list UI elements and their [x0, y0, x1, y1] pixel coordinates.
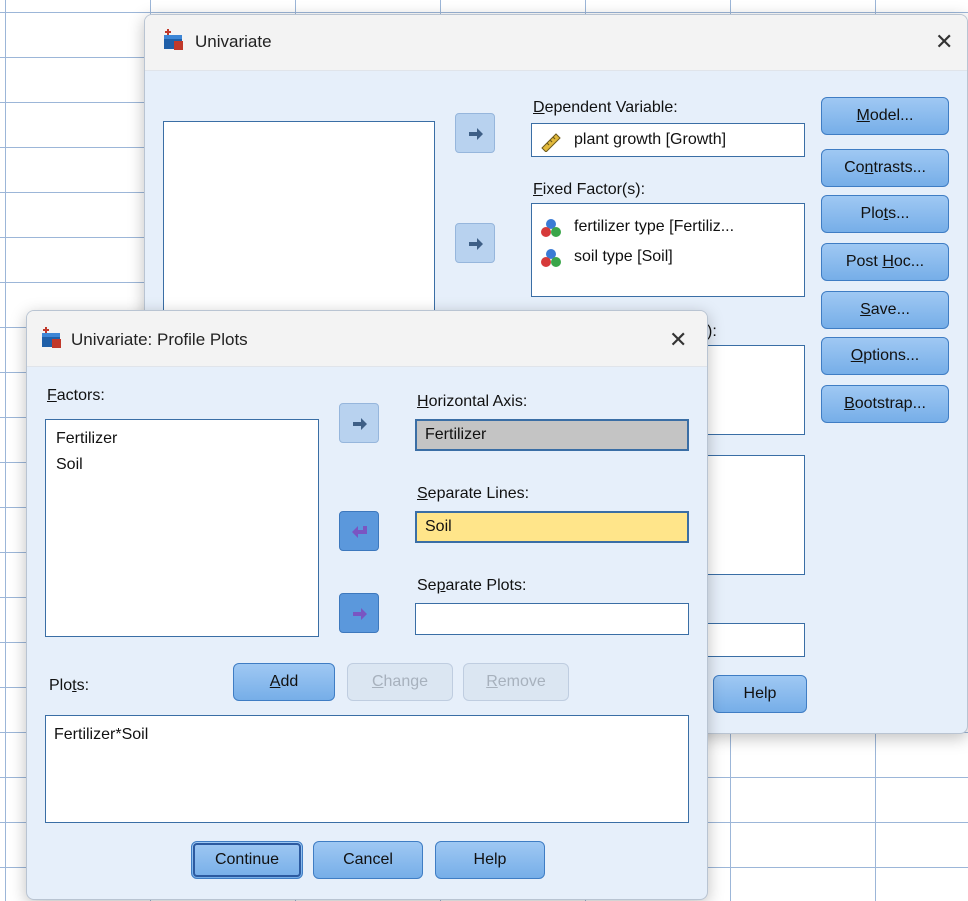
separate-plots-field[interactable]: [415, 603, 689, 635]
model-button[interactable]: Model...: [821, 97, 949, 135]
separate-lines-label: Separate Lines:: [417, 485, 530, 502]
contrasts-button[interactable]: Contrasts...: [821, 149, 949, 187]
move-to-separate-plots-button[interactable]: [339, 593, 379, 633]
variables-list[interactable]: [163, 121, 435, 341]
fixed-factor-item[interactable]: soil type [Soil]: [574, 248, 673, 266]
dependent-variable-label: Dependent Variable:: [533, 99, 678, 116]
fixed-factors-label: Fixed Factor(s):: [533, 181, 646, 198]
move-from-separate-lines-button[interactable]: [339, 511, 379, 551]
separate-lines-field[interactable]: Soil: [415, 511, 689, 543]
arrow-right-icon: [469, 128, 483, 140]
plots-button[interactable]: Plots...: [821, 195, 949, 233]
ruler-scale-icon: [540, 130, 562, 157]
horizontal-axis-label: Horizontal Axis:: [417, 393, 528, 410]
bootstrap-button[interactable]: Bootstrap...: [821, 385, 949, 423]
add-button[interactable]: Add: [233, 663, 335, 701]
univariate-help-button[interactable]: Help: [713, 675, 807, 713]
arrow-right-icon: [469, 238, 483, 250]
factors-list[interactable]: Fertilizer Soil: [45, 419, 319, 637]
horizontal-axis-field[interactable]: Fertilizer: [415, 419, 689, 451]
spss-app-icon: [161, 29, 185, 51]
arrow-right-icon: [353, 608, 367, 620]
plot-item[interactable]: Fertilizer*Soil: [54, 726, 148, 744]
profile-plots-titlebar: Univariate: Profile Plots ✕: [27, 311, 707, 367]
spss-app-icon: [39, 327, 63, 349]
random-factors-label: ):: [707, 323, 717, 340]
nominal-factor-icon: [540, 248, 562, 273]
separate-plots-label: Separate Plots:: [417, 577, 527, 594]
options-button[interactable]: Options...: [821, 337, 949, 375]
arrow-right-icon: [353, 418, 367, 430]
arrow-left-icon: [352, 526, 367, 538]
save-button[interactable]: Save...: [821, 291, 949, 329]
nominal-factor-icon: [540, 218, 562, 243]
remove-button[interactable]: Remove: [463, 663, 569, 701]
move-to-dependent-button[interactable]: [455, 113, 495, 153]
help-button[interactable]: Help: [435, 841, 545, 879]
move-to-fixed-factors-button[interactable]: [455, 223, 495, 263]
profile-plots-title: Univariate: Profile Plots: [71, 330, 248, 349]
univariate-titlebar: Univariate ✕: [145, 15, 967, 71]
cancel-button[interactable]: Cancel: [313, 841, 423, 879]
plots-list[interactable]: Fertilizer*Soil: [45, 715, 689, 823]
change-button[interactable]: Change: [347, 663, 453, 701]
dependent-variable-value: plant growth [Growth]: [574, 131, 727, 148]
close-icon[interactable]: ✕: [935, 29, 953, 55]
close-icon[interactable]: ✕: [669, 327, 687, 353]
continue-button[interactable]: Continue: [191, 841, 303, 879]
factor-item[interactable]: Fertilizer: [56, 430, 117, 448]
post-hoc-button[interactable]: Post Hoc...: [821, 243, 949, 281]
profile-plots-dialog: Univariate: Profile Plots ✕ Factors: Fer…: [26, 310, 708, 900]
univariate-title: Univariate: [195, 32, 272, 51]
dependent-variable-field[interactable]: plant growth [Growth]: [531, 123, 805, 157]
factor-item[interactable]: Soil: [56, 456, 83, 474]
fixed-factors-list[interactable]: fertilizer type [Fertiliz... soil type […: [531, 203, 805, 297]
factors-label: Factors:: [47, 387, 105, 404]
plots-label: Plots:: [49, 677, 90, 694]
fixed-factor-item[interactable]: fertilizer type [Fertiliz...: [574, 218, 734, 236]
move-to-horizontal-axis-button[interactable]: [339, 403, 379, 443]
